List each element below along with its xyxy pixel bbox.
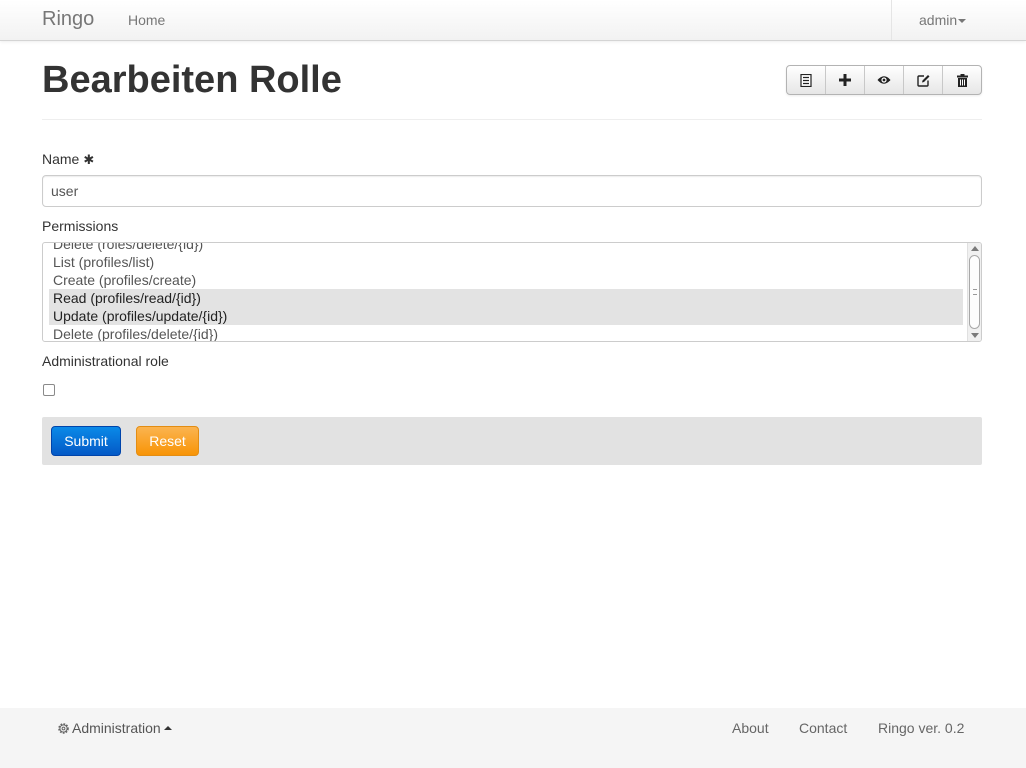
list-button[interactable] [787, 66, 826, 94]
page-title: Bearbeiten Rolle [42, 59, 342, 101]
contact-link[interactable]: Contact [799, 720, 847, 736]
administration-label: Administration [72, 720, 161, 736]
nav-home-link[interactable]: Home [128, 12, 165, 28]
permission-option[interactable]: Delete (profiles/delete/{id}) [49, 325, 963, 341]
required-icon: ✱ [83, 152, 95, 167]
name-label: Name ✱ [42, 151, 94, 168]
administration-menu[interactable]: Administration [57, 720, 172, 736]
scroll-down-icon[interactable] [971, 333, 979, 338]
plus-icon [839, 74, 851, 86]
edit-button[interactable] [904, 66, 943, 94]
caret-down-icon [958, 19, 967, 24]
eye-icon [877, 76, 891, 84]
top-navbar: Ringo Home admin [0, 0, 1026, 41]
reset-button[interactable]: Reset [136, 426, 199, 456]
admin-role-label: Administrational role [42, 353, 169, 369]
permission-option[interactable]: Read (profiles/read/{id}) [49, 289, 963, 307]
permission-option[interactable]: Delete (roles/delete/{id}) [49, 243, 963, 253]
scrollbar-thumb[interactable] [969, 255, 980, 329]
footer: Administration About Contact Ringo ver. … [0, 708, 1026, 768]
grip-icon [973, 289, 977, 295]
name-label-text: Name [42, 151, 80, 167]
about-link[interactable]: About [732, 720, 769, 736]
gear-icon [58, 722, 69, 734]
form-actions: Submit Reset [42, 417, 982, 465]
submit-button[interactable]: Submit [51, 426, 121, 456]
permission-option[interactable]: Create (profiles/create) [49, 271, 963, 289]
permissions-options: Delete (roles/delete/{id}) List (profiles… [49, 243, 963, 341]
name-input[interactable] [42, 175, 982, 207]
list-icon [800, 73, 812, 87]
delete-button[interactable] [943, 66, 981, 94]
permissions-label: Permissions [42, 218, 119, 234]
permission-option[interactable]: Update (profiles/update/{id}) [49, 307, 963, 325]
admin-role-checkbox[interactable] [43, 384, 55, 396]
caret-up-icon [163, 726, 172, 730]
brand-link[interactable]: Ringo [42, 8, 94, 31]
permissions-listbox[interactable]: Delete (roles/delete/{id}) List (profiles… [42, 242, 982, 342]
add-button[interactable] [826, 66, 865, 94]
view-button[interactable] [865, 66, 904, 94]
permission-option[interactable]: List (profiles/list) [49, 253, 963, 271]
trash-icon [956, 73, 968, 87]
scroll-up-icon[interactable] [971, 246, 979, 251]
item-toolbar [786, 65, 982, 95]
header-divider [42, 119, 982, 120]
edit-icon [916, 74, 929, 87]
user-menu-label: admin [919, 12, 958, 28]
permissions-scrollbar[interactable] [967, 243, 981, 341]
user-menu[interactable]: admin [891, 0, 1026, 40]
version-text: Ringo ver. 0.2 [878, 720, 965, 736]
